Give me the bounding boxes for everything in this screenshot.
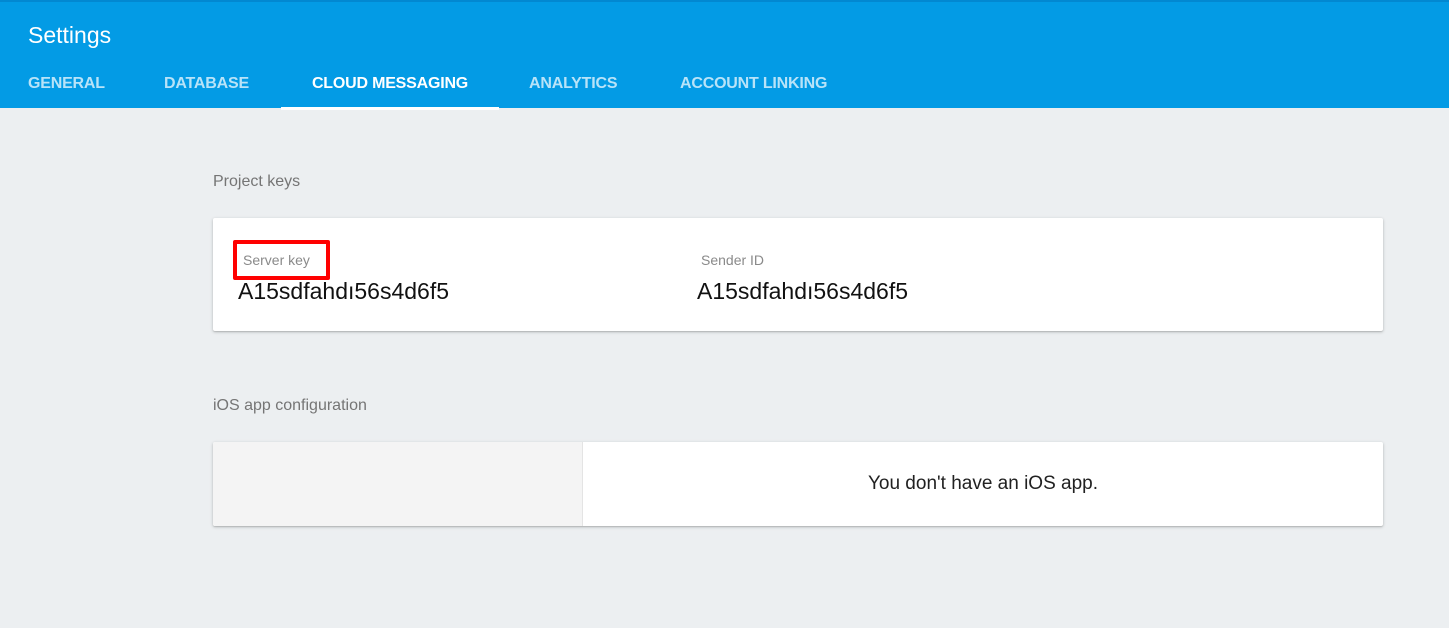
ios-config-heading: iOS app configuration [213,397,367,414]
server-key-value[interactable]: A15sdfahdı56s4d6f5 [238,278,449,305]
page-title: Settings [28,22,112,48]
sender-id-value[interactable]: A15sdfahdı56s4d6f5 [697,278,908,305]
server-key-label: Server key [243,252,310,268]
tab-label: DATABASE [164,75,249,92]
tab-indicator [281,107,499,110]
ios-config-card: You don't have an iOS app. [213,442,1383,526]
project-keys-heading: Project keys [213,173,301,190]
tab-label: ANALYTICS [529,75,618,92]
settings-tabs: GENERAL DATABASE CLOUD MESSAGING ANALYTI… [0,62,1449,110]
tab-cloud-messaging[interactable]: CLOUD MESSAGING [281,62,499,110]
tab-general[interactable]: GENERAL [28,62,105,110]
tab-label: CLOUD MESSAGING [311,75,469,92]
no-ios-app-message: You don't have an iOS app. [867,473,1099,494]
app-header: Settings GENERAL DATABASE CLOUD MESSAGIN… [0,0,1449,110]
tab-label: GENERAL [28,75,105,92]
tab-database[interactable]: DATABASE [164,62,249,110]
project-keys-card: Server key A15sdfahdı56s4d6f5 Sender ID … [213,218,1383,331]
ios-config-sidebar [213,442,583,526]
tab-analytics[interactable]: ANALYTICS [529,62,617,110]
sender-id-label: Sender ID [701,252,765,268]
tab-label: ACCOUNT LINKING [680,75,828,92]
tab-account-linking[interactable]: ACCOUNT LINKING [680,62,827,110]
